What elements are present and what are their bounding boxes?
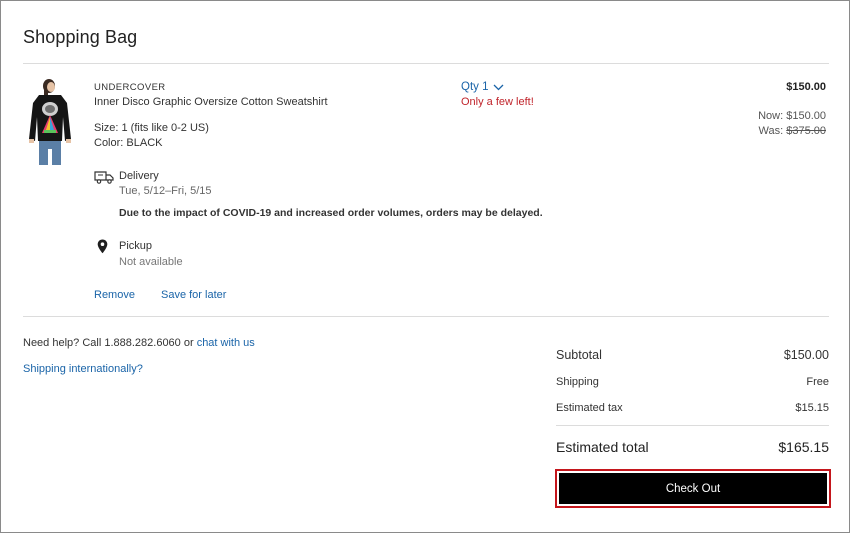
chat-with-us-link[interactable]: chat with us: [197, 337, 255, 349]
shopping-bag-page: Shopping Bag UNDERCOVER Inner Disco Grap…: [0, 0, 850, 533]
was-price-value: $375.00: [786, 125, 826, 137]
tax-label: Estimated tax: [556, 402, 623, 414]
pickup-status: Not available: [119, 256, 183, 268]
covid-delay-notice: Due to the impact of COVID-19 and increa…: [119, 207, 543, 219]
subtotal-row: Subtotal $150.00: [556, 348, 829, 362]
total-value: $165.15: [778, 439, 829, 455]
item-price: $150.00: [786, 81, 826, 93]
now-price-value: $150.00: [786, 110, 826, 122]
now-price: Now: $150.00: [758, 110, 826, 122]
qty-label: Qty 1: [461, 81, 489, 93]
check-out-button[interactable]: Check Out: [559, 473, 827, 504]
subtotal-label: Subtotal: [556, 348, 602, 362]
delivery-date: Tue, 5/12–Fri, 5/15: [119, 185, 212, 197]
product-image[interactable]: [27, 77, 75, 167]
pickup-label: Pickup: [119, 240, 153, 252]
shipping-label: Shipping: [556, 376, 599, 388]
save-for-later-link[interactable]: Save for later: [161, 289, 226, 301]
help-phone-text: Need help? Call 1.888.282.6060 or: [23, 337, 197, 349]
total-row: Estimated total $165.15: [556, 439, 829, 455]
summary-divider: [556, 425, 829, 426]
page-title: Shopping Bag: [23, 27, 138, 47]
location-pin-icon: [97, 239, 108, 254]
subtotal-value: $150.00: [783, 348, 829, 362]
checkout-focus-outline: Check Out: [555, 469, 831, 508]
delivery-label: Delivery: [119, 170, 159, 182]
shipping-value: Free: [806, 376, 829, 388]
was-price: Was: $375.00: [759, 125, 826, 137]
item-divider: [23, 316, 829, 317]
tax-value: $15.15: [795, 402, 829, 414]
stock-warning: Only a few left!: [461, 96, 534, 108]
shipping-internationally-link[interactable]: Shipping internationally?: [23, 363, 143, 375]
chevron-down-icon: [494, 84, 504, 90]
remove-link[interactable]: Remove: [94, 289, 135, 301]
header-divider: [23, 63, 829, 64]
now-label: Now:: [758, 110, 787, 122]
total-label: Estimated total: [556, 439, 649, 455]
help-text: Need help? Call 1.888.282.6060 or chat w…: [23, 337, 255, 349]
product-size: Size: 1 (fits like 0-2 US): [94, 122, 209, 134]
was-label: Was:: [758, 125, 787, 137]
product-color: Color: BLACK: [94, 137, 163, 149]
product-name[interactable]: Inner Disco Graphic Oversize Cotton Swea…: [94, 96, 328, 108]
tax-row: Estimated tax $15.15: [556, 402, 829, 414]
product-brand: UNDERCOVER: [94, 82, 166, 93]
truck-icon: [94, 171, 114, 184]
shipping-row: Shipping Free: [556, 376, 829, 388]
qty-selector[interactable]: Qty 1: [461, 81, 504, 93]
